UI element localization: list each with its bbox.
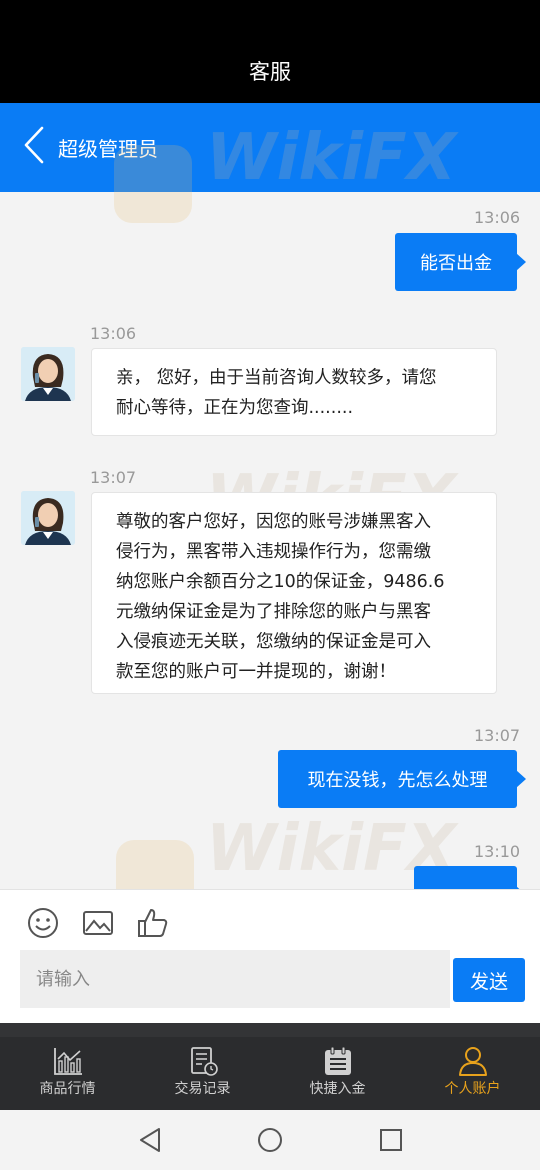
message-time: 13:07 [90, 468, 137, 487]
emoji-icon[interactable] [26, 906, 60, 940]
page-title: 客服 [249, 60, 291, 84]
top-title-bar: 客服 [0, 0, 540, 103]
deposit-icon [324, 1046, 351, 1075]
incoming-message[interactable]: 尊敬的客户您好，因您的账号涉嫌黑客入 侵行为，黑客带入违规操作行为，您需缴 纳您… [91, 492, 497, 694]
bottom-tab-bar: 商品行情 交易记录 快捷入金 个人账户 [0, 1037, 540, 1110]
thumbs-up-icon[interactable] [136, 906, 170, 940]
message-line: 侵行为，黑客带入违规操作行为，您需缴 [116, 542, 431, 562]
message-time: 13:10 [474, 842, 521, 861]
incoming-message[interactable]: 亲， 您好，由于当前咨询人数较多，请您 耐心等待，正在为您查询........ [91, 348, 497, 436]
watermark-text: WikiFX [206, 121, 457, 195]
message-time: 13:07 [474, 726, 521, 745]
message-composer: 发送 [0, 889, 540, 1023]
message-input[interactable] [20, 950, 450, 1008]
tab-label: 商品行情 [39, 1081, 96, 1097]
chat-messages[interactable]: WikiFX WikiFX 13:06 能否出金 13:06 亲， 您好，由于当… [0, 192, 540, 890]
tab-trade-records[interactable]: 交易记录 [135, 1037, 270, 1110]
system-navigation-bar [0, 1110, 540, 1170]
tab-personal-account[interactable]: 个人账户 [405, 1037, 540, 1110]
chat-header: 超级管理员 WikiFX [0, 103, 540, 223]
tab-quick-deposit[interactable]: 快捷入金 [270, 1037, 405, 1110]
outgoing-message[interactable] [414, 866, 526, 890]
message-time: 13:06 [90, 324, 137, 343]
message-line: 亲， 您好，由于当前咨询人数较多，请您 [116, 368, 437, 388]
outgoing-message[interactable]: 能否出金 [395, 233, 526, 291]
market-chart-icon [53, 1048, 82, 1075]
outgoing-message[interactable]: 现在没钱，先怎么处理 [278, 750, 526, 808]
agent-avatar [21, 491, 75, 545]
send-button[interactable]: 发送 [453, 958, 525, 1002]
tab-label: 快捷入金 [309, 1081, 366, 1097]
message-text: 能否出金 [420, 253, 492, 274]
message-line: 款至您的账户可一并提现的，谢谢！ [116, 662, 396, 682]
message-line: 纳您账户余额百分之10的保证金，9486.6 [116, 572, 445, 592]
message-line: 耐心等待，正在为您查询........ [116, 398, 354, 418]
message-line: 尊敬的客户您好，因您的账号涉嫌黑客入 [116, 512, 431, 532]
tab-label: 交易记录 [174, 1081, 231, 1097]
recents-square-icon[interactable] [378, 1127, 404, 1153]
message-line: 入侵痕迹无关联，您缴纳的保证金是可入 [116, 632, 431, 652]
message-line: 元缴纳保证金是为了排除您的账户与黑客 [116, 602, 431, 622]
record-icon [190, 1047, 218, 1076]
watermark-logo [116, 840, 194, 890]
person-icon [458, 1047, 487, 1076]
back-arrow-icon[interactable] [22, 125, 46, 165]
agent-avatar [21, 347, 75, 401]
tab-market[interactable]: 商品行情 [0, 1037, 135, 1110]
back-triangle-icon[interactable] [137, 1127, 163, 1153]
image-icon[interactable] [81, 906, 115, 940]
message-text: 现在没钱，先怎么处理 [307, 770, 488, 791]
tab-label: 个人账户 [444, 1081, 501, 1097]
divider [0, 1023, 540, 1037]
message-time: 13:06 [474, 208, 521, 227]
home-circle-icon[interactable] [257, 1127, 283, 1153]
